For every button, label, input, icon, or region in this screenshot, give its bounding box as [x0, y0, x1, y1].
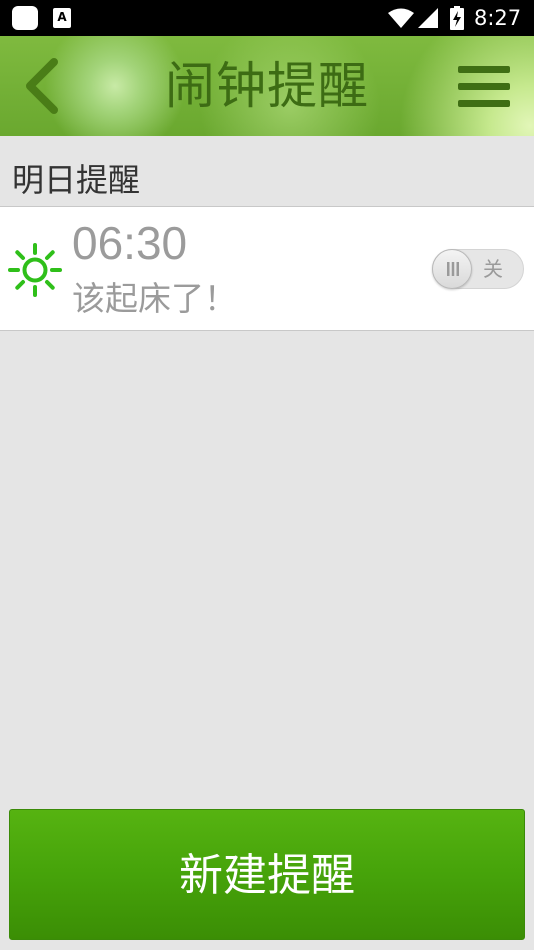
- grip-lines-icon: [447, 262, 459, 276]
- section-title: 明日提醒: [12, 161, 141, 199]
- title-bar: 闹钟提醒: [0, 36, 534, 136]
- new-reminder-button[interactable]: 新建提醒: [9, 809, 525, 940]
- a-text-icon: A: [53, 8, 71, 28]
- toggle-state-label: 关: [483, 257, 503, 281]
- wifi-icon: [388, 8, 414, 28]
- page-title: 闹钟提醒: [165, 57, 369, 115]
- sun-icon: [8, 243, 62, 297]
- chevron-left-icon[interactable]: [20, 58, 64, 114]
- alarm-list-item[interactable]: 06:30 该起床了！ 关: [0, 206, 534, 331]
- alarm-label: 该起床了！: [72, 279, 237, 318]
- signal-icon: [418, 8, 438, 28]
- status-time: 8:27: [474, 6, 522, 30]
- hamburger-menu-icon[interactable]: [458, 66, 510, 108]
- alarm-toggle-switch[interactable]: 关: [432, 249, 524, 289]
- app-icon: [12, 6, 38, 30]
- alarm-time: 06:30: [72, 217, 188, 269]
- toggle-knob[interactable]: [432, 249, 472, 289]
- status-bar: A 8:27: [0, 0, 534, 36]
- battery-charging-icon: [450, 6, 464, 30]
